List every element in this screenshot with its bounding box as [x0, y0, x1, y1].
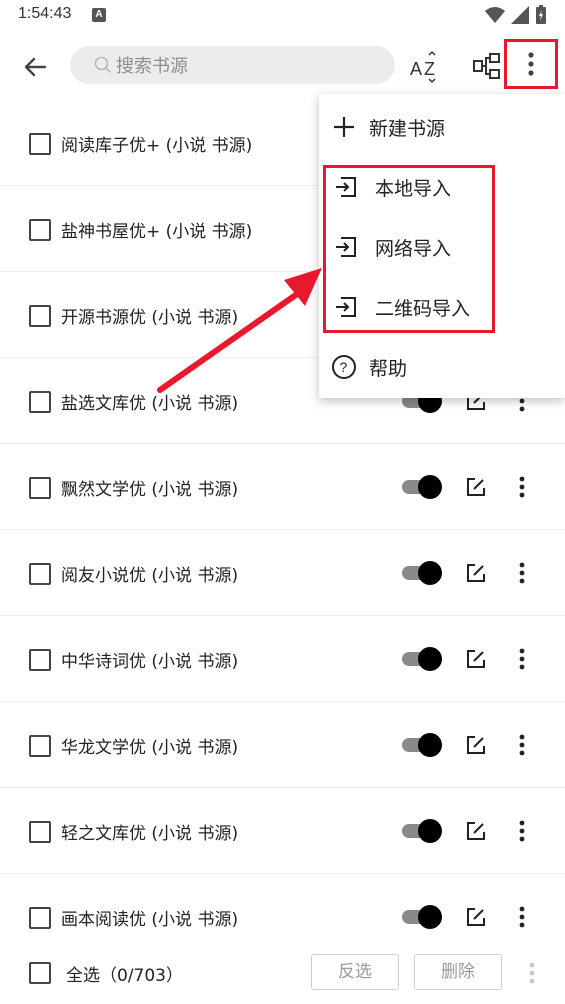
source-name: 阅友小说优 (小说 书源)	[61, 566, 239, 586]
group-tree-icon[interactable]	[470, 50, 504, 84]
edit-icon[interactable]	[465, 734, 487, 756]
status-bar: 1:54:43 A	[0, 0, 565, 32]
source-name: 轻之文库优 (小说 书源)	[61, 824, 239, 844]
row-checkbox[interactable]	[29, 735, 51, 757]
signal-icon	[511, 6, 529, 24]
row-checkbox[interactable]	[29, 133, 51, 155]
enable-toggle[interactable]	[402, 475, 442, 499]
row-more-icon[interactable]	[512, 904, 532, 930]
more-vert-icon	[528, 52, 534, 76]
edit-icon[interactable]	[465, 562, 487, 584]
search-icon	[94, 56, 111, 73]
source-name: 开源书源优 (小说 书源)	[61, 308, 239, 328]
row-checkbox[interactable]	[29, 649, 51, 671]
import-icon	[336, 297, 356, 317]
source-name: 阅读库子优+ (小说 书源)	[61, 136, 253, 156]
menu-label: 新建书源	[369, 118, 446, 140]
enable-toggle[interactable]	[402, 819, 442, 843]
toolbar: 搜索书源 A Z	[0, 32, 565, 100]
source-name: 华龙文学优 (小说 书源)	[61, 738, 239, 758]
enable-toggle[interactable]	[402, 905, 442, 929]
menu-item-new-source[interactable]: 新建书源	[319, 96, 565, 156]
menu-label: 本地导入	[375, 178, 452, 200]
source-row[interactable]: 轻之文库优 (小说 书源)	[0, 788, 565, 874]
row-more-icon[interactable]	[512, 474, 532, 500]
source-name: 盐神书屋优+ (小说 书源)	[61, 222, 253, 242]
menu-item-network-import[interactable]: 网络导入	[319, 216, 565, 276]
bottom-action-bar: 全选（0/703） 反选 删除	[0, 940, 565, 1004]
row-more-icon[interactable]	[512, 818, 532, 844]
source-name: 盐选文库优 (小说 书源)	[61, 394, 239, 414]
status-time: 1:54:43	[18, 5, 72, 22]
row-checkbox[interactable]	[29, 305, 51, 327]
menu-item-local-import[interactable]: 本地导入	[319, 156, 565, 216]
source-name: 画本阅读优 (小说 书源)	[61, 910, 239, 930]
enable-toggle[interactable]	[402, 647, 442, 671]
menu-item-qr-import[interactable]: 二维码导入	[319, 276, 565, 336]
row-checkbox[interactable]	[29, 563, 51, 585]
import-icon	[336, 177, 356, 197]
source-name: 中华诗词优 (小说 书源)	[61, 652, 239, 672]
row-checkbox[interactable]	[29, 477, 51, 499]
source-name: 飘然文学优 (小说 书源)	[61, 480, 239, 500]
notification-icon: A	[92, 8, 106, 22]
wifi-icon	[485, 7, 505, 23]
status-icons	[485, 5, 547, 25]
menu-item-help[interactable]: ? 帮助	[319, 336, 565, 396]
sort-az-icon[interactable]: A Z	[408, 50, 442, 84]
edit-icon[interactable]	[465, 476, 487, 498]
source-row[interactable]: 华龙文学优 (小说 书源)	[0, 702, 565, 788]
bottom-more-icon[interactable]	[522, 960, 542, 986]
plus-icon	[334, 117, 354, 137]
row-more-icon[interactable]	[512, 732, 532, 758]
menu-label: 帮助	[369, 358, 408, 380]
svg-text:A: A	[410, 59, 422, 79]
invert-selection-button[interactable]: 反选	[311, 954, 399, 990]
enable-toggle[interactable]	[402, 733, 442, 757]
search-input[interactable]: 搜索书源	[70, 46, 395, 84]
select-all-checkbox[interactable]	[29, 962, 51, 984]
source-row[interactable]: 飘然文学优 (小说 书源)	[0, 444, 565, 530]
edit-icon[interactable]	[465, 820, 487, 842]
row-checkbox[interactable]	[29, 219, 51, 241]
row-more-icon[interactable]	[512, 646, 532, 672]
row-checkbox[interactable]	[29, 821, 51, 843]
enable-toggle[interactable]	[402, 561, 442, 585]
edit-icon[interactable]	[465, 906, 487, 928]
overflow-menu: 新建书源 本地导入 网络导入 二维码导入 ? 帮助	[319, 94, 565, 398]
select-all-label[interactable]: 全选（0/703）	[66, 961, 183, 986]
import-icon	[336, 237, 356, 257]
svg-text:?: ?	[340, 359, 348, 375]
search-placeholder: 搜索书源	[116, 56, 188, 77]
row-more-icon[interactable]	[512, 560, 532, 586]
source-row[interactable]: 中华诗词优 (小说 书源)	[0, 616, 565, 702]
delete-button[interactable]: 删除	[414, 954, 502, 990]
help-icon: ?	[332, 355, 356, 379]
back-arrow-icon[interactable]	[20, 52, 50, 82]
more-menu-button[interactable]	[504, 39, 558, 89]
svg-text:Z: Z	[424, 59, 435, 79]
source-row[interactable]: 阅友小说优 (小说 书源)	[0, 530, 565, 616]
row-checkbox[interactable]	[29, 907, 51, 929]
battery-icon	[536, 5, 546, 24]
row-checkbox[interactable]	[29, 391, 51, 413]
menu-label: 网络导入	[375, 238, 452, 260]
menu-label: 二维码导入	[375, 298, 471, 320]
edit-icon[interactable]	[465, 648, 487, 670]
